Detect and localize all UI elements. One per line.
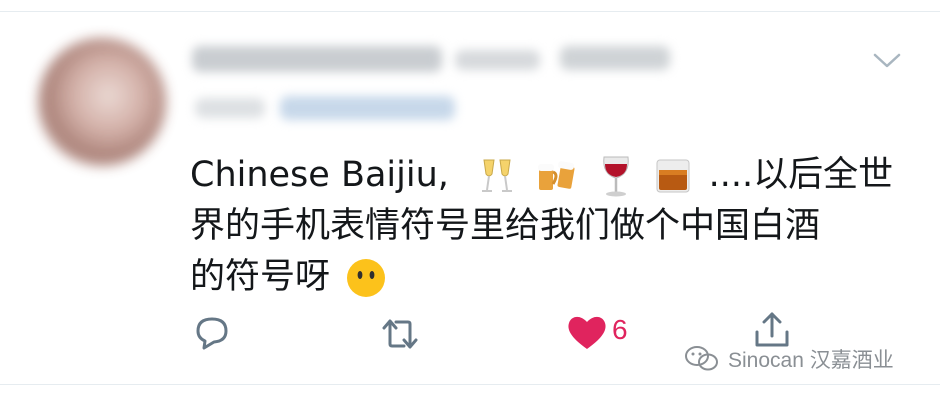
- tweet-text-part: Chinese Baijiu,: [190, 155, 449, 195]
- tweet-line-3: 的符号呀: [190, 252, 890, 303]
- reply-prefix-blurred: [195, 98, 265, 118]
- reply-handle-blurred[interactable]: [280, 96, 455, 120]
- like-count: 6: [612, 314, 628, 345]
- tweet-text-part: 的符号呀: [190, 257, 331, 297]
- bottom-divider: [0, 384, 940, 385]
- chevron-down-icon[interactable]: [872, 50, 902, 70]
- watermark: Sinocan 汉嘉酒业: [684, 342, 894, 376]
- tweet-line-2: 界的手机表情符号里给我们做个中国白酒: [190, 206, 821, 246]
- wine-glass-icon: [603, 156, 630, 197]
- reply-icon[interactable]: [190, 313, 234, 351]
- heart-icon[interactable]: [566, 313, 608, 351]
- avatar[interactable]: [38, 38, 166, 166]
- tweet-text-part: ....以后全世: [708, 155, 894, 195]
- watermark-text: Sinocan 汉嘉酒业: [728, 349, 894, 372]
- display-name-blurred-2: [455, 50, 540, 70]
- hushed-face-icon: [347, 259, 386, 297]
- whisky-glass-icon: [656, 159, 690, 193]
- display-name-blurred[interactable]: [192, 46, 442, 72]
- champagne-glasses-icon: [482, 159, 513, 192]
- wechat-icon: [685, 346, 718, 371]
- tweet-text: Chinese Baijiu, ....以后全世 界的手机表情符号里给我们做个中…: [190, 150, 893, 303]
- beer-mugs-icon: [538, 161, 575, 190]
- retweet-icon[interactable]: [378, 316, 422, 352]
- tweet-line-1: Chinese Baijiu, ....以后全世: [190, 150, 893, 201]
- handle-blurred: [560, 46, 670, 70]
- top-divider: [0, 11, 940, 12]
